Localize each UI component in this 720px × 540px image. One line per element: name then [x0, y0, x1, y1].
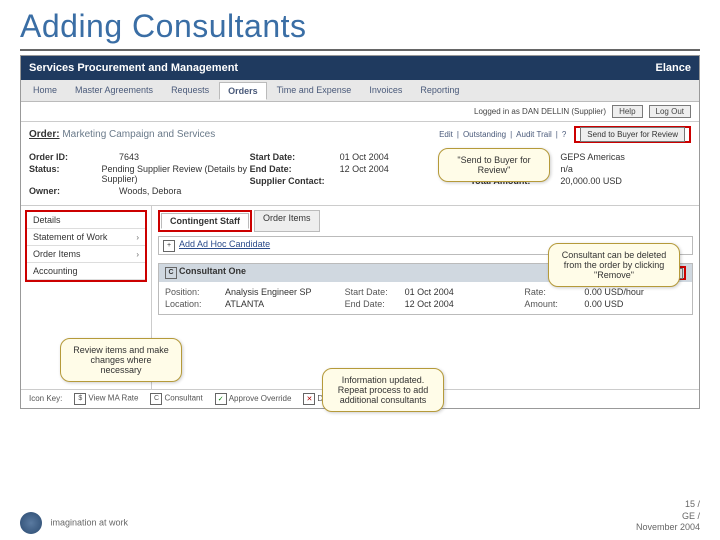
side-sow[interactable]: Statement of Work› — [27, 229, 145, 246]
footer-date: November 2004 — [636, 522, 700, 534]
tab-order-items[interactable]: Order Items — [254, 210, 320, 232]
c-end-label: End Date: — [345, 299, 405, 309]
amount-label: Amount: — [524, 299, 584, 309]
order-label: Order: — [29, 129, 60, 140]
footer-page: 15 / — [636, 499, 700, 511]
chevron-right-icon: › — [136, 233, 139, 242]
footer-ge: GE / — [636, 511, 700, 523]
slide-footer: imagination at work 15 / GE / November 2… — [20, 499, 700, 534]
amount-value: 0.00 USD — [584, 299, 623, 309]
c-start-label: Start Date: — [345, 287, 405, 297]
callout-remove: Consultant can be deleted from the order… — [548, 243, 680, 287]
callout-review-items: Review items and make changes where nece… — [60, 338, 182, 382]
logged-in-as: Logged in as DAN DELLIN (Supplier) — [474, 107, 606, 116]
order-crumbs: Edit| Outstanding| Audit Trail| ? — [439, 130, 566, 139]
view-ma-rate-icon: $ — [74, 393, 86, 405]
nav-invoices[interactable]: Invoices — [361, 82, 410, 99]
icon-key-b: Consultant — [164, 393, 202, 402]
meta-order-id-label: Order ID: — [29, 152, 119, 162]
meta-owner-label: Owner: — [29, 186, 119, 196]
icon-key-a: View MA Rate — [88, 393, 138, 402]
nav-master-agreements[interactable]: Master Agreements — [67, 82, 161, 99]
plus-icon: + — [163, 240, 175, 252]
consultant-title: Consultant One — [179, 266, 246, 276]
crumb-outstanding[interactable]: Outstanding — [463, 130, 506, 139]
contingent-staff-highlight: Contingent Staff — [158, 210, 252, 232]
title-rule — [20, 49, 700, 51]
app-banner: Services Procurement and Management Elan… — [21, 56, 699, 80]
order-name: Marketing Campaign and Services — [62, 129, 215, 140]
position-label: Position: — [165, 287, 225, 297]
c-start-value: 01 Oct 2004 — [405, 287, 454, 297]
chevron-right-icon: › — [136, 250, 139, 259]
tab-contingent-staff[interactable]: Contingent Staff — [161, 213, 249, 229]
meta-request-id: n/a — [560, 164, 573, 174]
nav-requests[interactable]: Requests — [163, 82, 217, 99]
meta-status: Pending Supplier Review (Details by Supp… — [101, 164, 249, 184]
order-header: Order: Marketing Campaign and Services E… — [21, 121, 699, 147]
location-value: ATLANTA — [225, 299, 264, 309]
meta-status-label: Status: — [29, 164, 101, 184]
crumb-edit[interactable]: Edit — [439, 130, 453, 139]
app-title: Services Procurement and Management — [29, 62, 238, 74]
meta-total: 20,000.00 USD — [560, 176, 622, 186]
meta-start-date-label: Start Date: — [250, 152, 340, 162]
nav-reporting[interactable]: Reporting — [412, 82, 467, 99]
crumb-audit-trail[interactable]: Audit Trail — [516, 130, 552, 139]
decline-override-icon: ✕ — [303, 393, 315, 405]
nav-home[interactable]: Home — [25, 82, 65, 99]
location-label: Location: — [165, 299, 225, 309]
callout-info-updated: Information updated. Repeat process to a… — [322, 368, 444, 412]
nav-time-expense[interactable]: Time and Expense — [269, 82, 360, 99]
order-meta: Order ID:7643 Status:Pending Supplier Re… — [21, 147, 699, 206]
position-value: Analysis Engineer SP — [225, 287, 312, 297]
user-strip: Logged in as DAN DELLIN (Supplier) Help … — [21, 102, 699, 121]
icon-key-label: Icon Key: — [29, 394, 62, 403]
nav-orders[interactable]: Orders — [219, 82, 267, 100]
rate-label: Rate: — [524, 287, 584, 297]
send-to-buyer-highlight: Send to Buyer for Review — [574, 126, 691, 143]
meta-end-date: 12 Oct 2004 — [340, 164, 389, 174]
rate-value: 0.00 USD/hour — [584, 287, 644, 297]
side-details[interactable]: Details — [27, 212, 145, 229]
ge-logo-icon — [20, 512, 42, 534]
send-to-buyer-button[interactable]: Send to Buyer for Review — [580, 127, 685, 142]
meta-order-id: 7643 — [119, 152, 139, 162]
vendor-logo-text: Elance — [656, 62, 691, 74]
add-adhoc-candidate-link[interactable]: Add Ad Hoc Candidate — [179, 239, 270, 249]
side-nav-highlight: Details Statement of Work› Order Items› … — [25, 210, 147, 282]
c-end-value: 12 Oct 2004 — [405, 299, 454, 309]
icon-key-c: Approve Override — [229, 394, 292, 403]
content-pane: Contingent Staff Order Items + Add Ad Ho… — [152, 206, 699, 389]
primary-nav: Home Master Agreements Requests Orders T… — [21, 80, 699, 102]
footer-tagline: imagination at work — [51, 517, 129, 527]
meta-end-date-label: End Date: — [250, 164, 340, 174]
logout-button[interactable]: Log Out — [649, 105, 691, 118]
meta-org: GEPS Americas — [560, 152, 625, 162]
consultant-key-icon: C — [150, 393, 162, 405]
approve-override-icon: ✓ — [215, 393, 227, 405]
meta-start-date: 01 Oct 2004 — [340, 152, 389, 162]
meta-supplier-contact-label: Supplier Contact: — [250, 176, 340, 186]
side-order-items[interactable]: Order Items› — [27, 246, 145, 263]
content-tabs: Contingent Staff Order Items — [158, 210, 693, 232]
side-accounting[interactable]: Accounting — [27, 263, 145, 280]
help-button[interactable]: Help — [612, 105, 642, 118]
meta-owner: Woods, Debora — [119, 186, 181, 196]
consultant-icon: C — [165, 267, 177, 279]
crumb-help-icon[interactable]: ? — [562, 130, 566, 139]
callout-send-to-buyer: "Send to Buyer for Review" — [438, 148, 550, 182]
slide-title: Adding Consultants — [0, 0, 720, 49]
